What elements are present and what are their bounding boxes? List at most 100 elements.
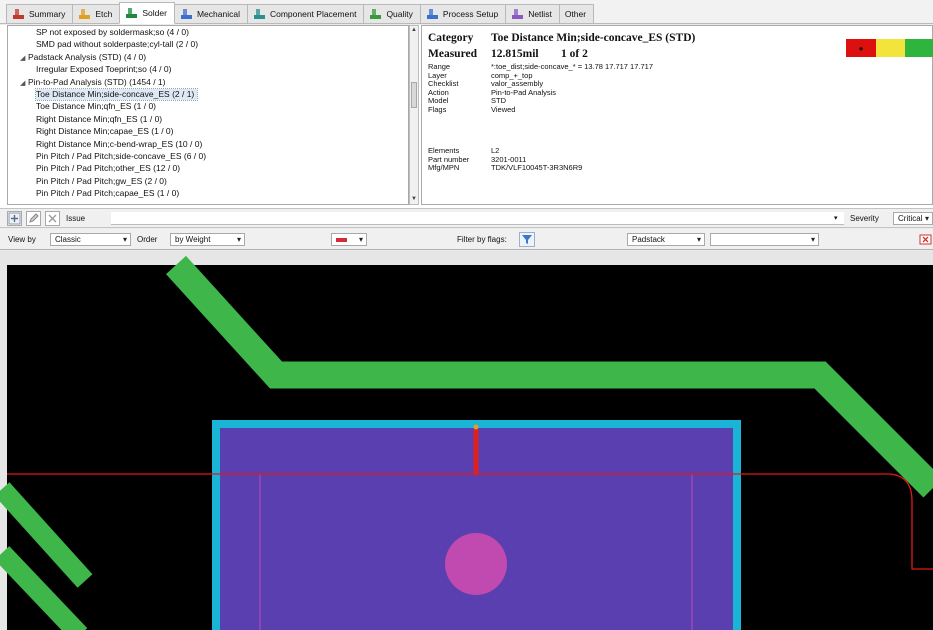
tree-item-label: Irregular Exposed Toeprint;so (4 / 0) — [36, 64, 172, 75]
detail-field-names: Range Layer Checklist Action Model Flags — [428, 62, 458, 115]
tree-item[interactable]: Right Distance Min;c-bend-wrap_ES (10 / … — [36, 139, 205, 150]
filter-flags-label: Filter by flags: — [457, 235, 507, 244]
category-value: Toe Distance Min;side-concave_ES (STD) — [491, 32, 696, 44]
view-by-select[interactable]: Classic — [50, 233, 131, 246]
tab-label: Netlist — [528, 9, 552, 19]
tree-item[interactable]: Toe Distance Min;qfn_ES (1 / 0) — [36, 101, 159, 112]
drill-hole — [445, 533, 507, 595]
etch-icon — [78, 8, 91, 20]
tab-label: Quality — [386, 9, 413, 19]
tab-label: Component Placement — [269, 9, 357, 19]
severity-yellow — [876, 39, 905, 57]
padstack-filter-select[interactable] — [710, 233, 819, 246]
solder-icon — [125, 7, 138, 19]
mechanical-icon — [180, 8, 193, 20]
tree-item[interactable]: Pin Pitch / Pad Pitch;other_ES (12 / 0) — [36, 163, 183, 174]
marker-swatch-icon — [336, 238, 347, 242]
quality-icon — [369, 8, 382, 20]
delete-issue-button[interactable] — [45, 211, 60, 226]
field-name: Mfg/MPN — [428, 163, 460, 173]
tree-item-label: Pin Pitch / Pad Pitch;side-concave_ES (6… — [36, 151, 207, 161]
tree-item-label: SP not exposed by soldermask;so (4 / 0) — [36, 27, 189, 37]
tab-summary[interactable]: Summary — [6, 4, 74, 23]
results-tree[interactable]: SP not exposed by soldermask;so (4 / 0) S… — [7, 25, 409, 205]
tab-quality[interactable]: Quality — [363, 4, 421, 23]
view-by-value: Classic — [55, 235, 81, 244]
tree-item[interactable]: Toe Distance Min;side-concave_ES (2 / 1) — [34, 88, 199, 101]
tab-label: Mechanical — [196, 9, 240, 19]
tab-label: Etch — [95, 9, 113, 19]
tab-component-placement[interactable]: Component Placement — [246, 4, 365, 23]
tree-item-label: Pin Pitch / Pad Pitch;other_ES (12 / 0) — [36, 163, 181, 174]
board-view[interactable] — [0, 251, 933, 630]
tree-item[interactable]: Right Distance Min;capae_ES (1 / 0) — [36, 126, 176, 137]
tree-item-label: Pin-to-Pad Analysis (STD) (1454 / 1) — [28, 76, 166, 87]
tree-item-label: Pin Pitch / Pad Pitch;capae_ES (1 / 0) — [36, 188, 180, 199]
expand-arrow-icon[interactable]: ◢ — [20, 53, 28, 64]
severity-green — [905, 39, 933, 57]
tab-mechanical[interactable]: Mechanical — [173, 4, 248, 23]
add-issue-button[interactable] — [7, 211, 22, 226]
padstack-value: Padstack — [632, 235, 665, 244]
severity-select[interactable]: Critical — [893, 212, 933, 225]
view-by-label: View by — [8, 235, 36, 244]
order-select[interactable]: by Weight — [170, 233, 245, 246]
component-placement-icon — [253, 8, 266, 20]
tree-item[interactable]: ◢ Padstack Analysis (STD) (4 / 0) — [20, 52, 149, 63]
tree-item[interactable]: Right Distance Min;qfn_ES (1 / 0) — [36, 114, 165, 125]
issue-label: Issue — [66, 214, 86, 223]
tab-other[interactable]: Other — [558, 4, 595, 23]
tab-solder[interactable]: Solder — [119, 2, 175, 24]
tree-item-label: Right Distance Min;capae_ES (1 / 0) — [36, 126, 174, 137]
tree-item[interactable]: SMD pad without solderpaste;cyl-tall (2 … — [36, 39, 201, 50]
scroll-down-icon[interactable]: ▼ — [410, 195, 418, 204]
field-value: STD — [491, 96, 506, 106]
category-label: Category — [428, 32, 474, 44]
results-panel: SP not exposed by soldermask;so (4 / 0) S… — [0, 25, 933, 208]
tree-item-label: Toe Distance Min;qfn_ES (1 / 0) — [36, 101, 157, 112]
tree-item[interactable]: Pin Pitch / Pad Pitch;side-concave_ES (6… — [36, 151, 209, 162]
tree-item[interactable]: Pin Pitch / Pad Pitch;capae_ES (1 / 0) — [36, 188, 182, 199]
tab-netlist[interactable]: Netlist — [505, 4, 560, 23]
severity-select-value: Critical — [898, 214, 923, 223]
marker-select[interactable] — [331, 233, 367, 246]
tree-item[interactable]: ◢ Pin-to-Pad Analysis (STD) (1454 / 1) — [20, 77, 168, 88]
tree-scrollbar[interactable]: ▲ ▼ — [409, 25, 419, 205]
issue-bar: Issue ▾ Severity Critical — [0, 208, 933, 228]
scroll-thumb[interactable] — [411, 82, 417, 108]
filter-flags-button[interactable] — [519, 232, 535, 247]
tree-item-label: Padstack Analysis (STD) (4 / 0) — [28, 51, 147, 62]
issue-dropdown-arrow[interactable]: ▾ — [834, 214, 838, 222]
process-setup-icon — [426, 8, 439, 20]
tree-item-label: Right Distance Min;c-bend-wrap_ES (10 / … — [36, 138, 203, 149]
pencil-icon — [29, 213, 39, 223]
severity-indicator: ● — [846, 39, 933, 57]
tab-etch[interactable]: Etch — [72, 4, 121, 23]
field-value: Pin-to-Pad Analysis — [491, 87, 557, 97]
tree-item-label: SMD pad without solderpaste;cyl-tall (2 … — [36, 39, 199, 50]
tab-process-setup[interactable]: Process Setup — [419, 4, 507, 23]
tree-item[interactable]: SP not exposed by soldermask;so (4 / 0) — [36, 27, 192, 38]
edit-issue-button[interactable] — [26, 211, 41, 226]
tab-label: Other — [564, 9, 587, 19]
tab-label: Summary — [29, 9, 66, 19]
element-field-values: L2 3201-0011 TDK/VLF10045T-3R3N6R9 — [491, 146, 582, 173]
analysis-tab-bar: Summary Etch Solder Mechanical Component Pla… — [0, 0, 933, 24]
field-name: Flags — [428, 104, 447, 114]
padstack-select[interactable]: Padstack — [627, 233, 705, 246]
measure-endpoint — [473, 424, 479, 430]
tab-label: Solder — [142, 8, 167, 18]
board-view-canvas[interactable] — [0, 251, 933, 630]
details-panel: Category Toe Distance Min;side-concave_E… — [421, 25, 933, 205]
tree-item[interactable]: Pin Pitch / Pad Pitch;gw_ES (2 / 0) — [36, 176, 170, 187]
x-icon — [48, 214, 57, 223]
tree-item[interactable]: Irregular Exposed Toeprint;so (4 / 0) — [36, 64, 174, 75]
clear-filter-button[interactable] — [919, 233, 933, 246]
order-label: Order — [137, 235, 158, 244]
tree-item-label: Toe Distance Min;side-concave_ES (2 / 1) — [36, 89, 195, 99]
severity-label: Severity — [850, 214, 879, 223]
issue-input[interactable] — [111, 212, 844, 225]
expand-arrow-icon[interactable]: ◢ — [20, 78, 28, 89]
detail-field-values: *:toe_dist;side-concave_* = 13.78 17.717… — [491, 62, 653, 115]
scroll-up-icon[interactable]: ▲ — [410, 26, 418, 35]
